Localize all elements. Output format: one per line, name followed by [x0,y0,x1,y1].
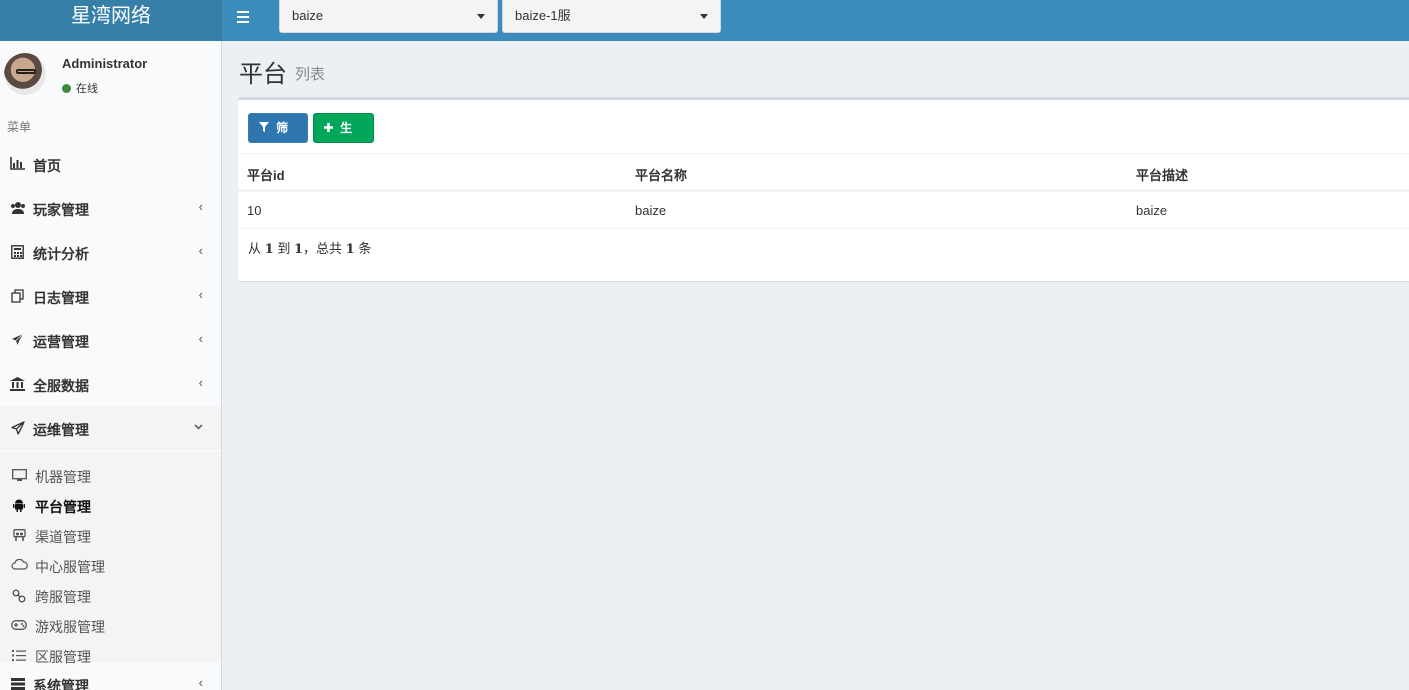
platform-list-box: 筛选 生成 平台id 平台名称 平台描述 10 baize baize 从 1 … [238,97,1409,281]
sidebar-item-label: 运营管理 [33,334,89,350]
column-header-id[interactable]: 平台id [247,165,285,184]
chevron-down-icon [194,418,203,433]
bar-chart-icon [10,157,25,171]
user-status-label: 在线 [76,83,98,95]
sidebar-item-center-server[interactable]: 中心服管理 [0,551,221,581]
table-row[interactable]: 10 baize baize [238,191,1409,229]
platform-select[interactable]: baize [279,0,498,33]
bank-icon [10,377,25,391]
caret-down-icon [700,14,708,19]
cloud-icon [11,558,28,573]
chevron-left-icon: ‹ [198,287,203,302]
platform-table: 平台id 平台名称 平台描述 10 baize baize [238,153,1409,229]
sidebar-item-platforms[interactable]: 平台管理 [0,491,221,521]
sidebar-item-label: 游戏服管理 [35,619,105,635]
user-status: 在线 [62,80,98,96]
page-subtitle: 列表 [295,66,326,83]
sidebar: Administrator 在线 菜单 首页 玩家管理 ‹ 统计分析 ‹ 日志管… [0,41,222,690]
pager-to-word: 到 [277,241,291,256]
sidebar-item-logs[interactable]: 日志管理 ‹ [0,274,221,318]
sidebar-item-operations[interactable]: 运营管理 ‹ [0,318,221,362]
top-navbar: 星湾网络 baize baize-1服 [0,0,1409,41]
caret-down-icon [477,14,485,19]
sidebar-item-label: 跨服管理 [35,589,91,605]
plus-icon [324,123,336,135]
server-icon [10,678,25,690]
calculator-icon [10,245,25,259]
cell-platform-desc: baize [1136,203,1168,218]
generate-button[interactable]: 生成 [313,113,374,164]
pager-from: 1 [264,242,274,257]
avatar [4,53,46,95]
filter-button[interactable]: 筛选 [248,113,308,164]
menu-header: 菜单 [7,120,32,134]
sidebar-item-game-server[interactable]: 游戏服管理 [0,611,221,641]
sidebar-item-machines[interactable]: 机器管理 [0,461,221,491]
slideshare-icon [11,529,27,543]
desktop-icon [11,469,27,483]
plane-icon [10,333,25,347]
chevron-left-icon: ‹ [198,375,203,390]
pager-prefix: 从 [248,241,262,256]
server-select[interactable]: baize-1服 [502,0,721,33]
chevron-left-icon: ‹ [198,199,203,214]
sidebar-item-label: 统计分析 [33,246,89,262]
cell-platform-name: baize [635,203,667,218]
sidebar-item-label: 玩家管理 [33,202,89,218]
link-icon [11,589,27,603]
users-icon [10,201,25,215]
column-header-desc[interactable]: 平台描述 [1136,165,1188,184]
sidebar-item-home[interactable]: 首页 [0,142,221,186]
online-dot-icon [62,84,71,93]
paper-plane-icon [10,421,25,435]
page-title: 平台 [239,61,287,88]
logo[interactable]: 星湾网络 [0,0,222,41]
list-icon [11,649,27,663]
sidebar-item-global-data[interactable]: 全服数据 ‹ [0,362,221,406]
sidebar-item-label: 系统管理 [33,678,89,690]
sidebar-item-cross-server[interactable]: 跨服管理 [0,581,221,611]
sidebar-item-label: 中心服管理 [35,559,105,575]
sidebar-toggle-icon[interactable] [232,6,254,28]
cell-platform-id: 10 [247,203,262,218]
user-name: Administrator [62,56,148,71]
server-select-value: baize-1服 [515,8,571,23]
sidebar-item-label: 渠道管理 [35,529,91,545]
sidebar-item-label: 运维管理 [33,422,89,438]
pagination-summary: 从 1 到 1，总共 1 条 [248,238,371,257]
pager-total: 1 [345,242,355,257]
column-header-name[interactable]: 平台名称 [635,165,687,184]
table-header-row: 平台id 平台名称 平台描述 [238,153,1409,191]
sidebar-item-label: 首页 [33,158,61,174]
user-panel: Administrator 在线 [0,41,221,109]
sidebar-item-stats[interactable]: 统计分析 ‹ [0,230,221,274]
sidebar-item-label: 日志管理 [33,290,89,306]
chevron-left-icon: ‹ [198,243,203,258]
sidebar-item-label: 平台管理 [35,499,91,515]
sidebar-item-label: 全服数据 [33,378,89,394]
chevron-left-icon: ‹ [198,675,203,690]
pager-total-word: ，总共 [303,241,343,256]
filter-icon [259,122,272,135]
sidebar-item-label: 机器管理 [35,469,91,485]
sidebar-item-system[interactable]: 系统管理 ‹ [0,662,221,690]
chevron-left-icon: ‹ [198,331,203,346]
gamepad-icon [11,619,27,633]
sidebar-item-players[interactable]: 玩家管理 ‹ [0,186,221,230]
pager-to: 1 [293,242,303,257]
devops-submenu: 机器管理 平台管理 渠道管理 中心服管理 跨服管理 游戏服管理 区服管理 [0,452,221,665]
sidebar-item-devops[interactable]: 运维管理 [0,406,221,450]
pager-suffix: 条 [358,241,372,256]
copy-icon [10,289,25,303]
sidebar-item-channels[interactable]: 渠道管理 [0,521,221,551]
android-icon [11,499,27,513]
platform-select-value: baize [292,8,324,23]
